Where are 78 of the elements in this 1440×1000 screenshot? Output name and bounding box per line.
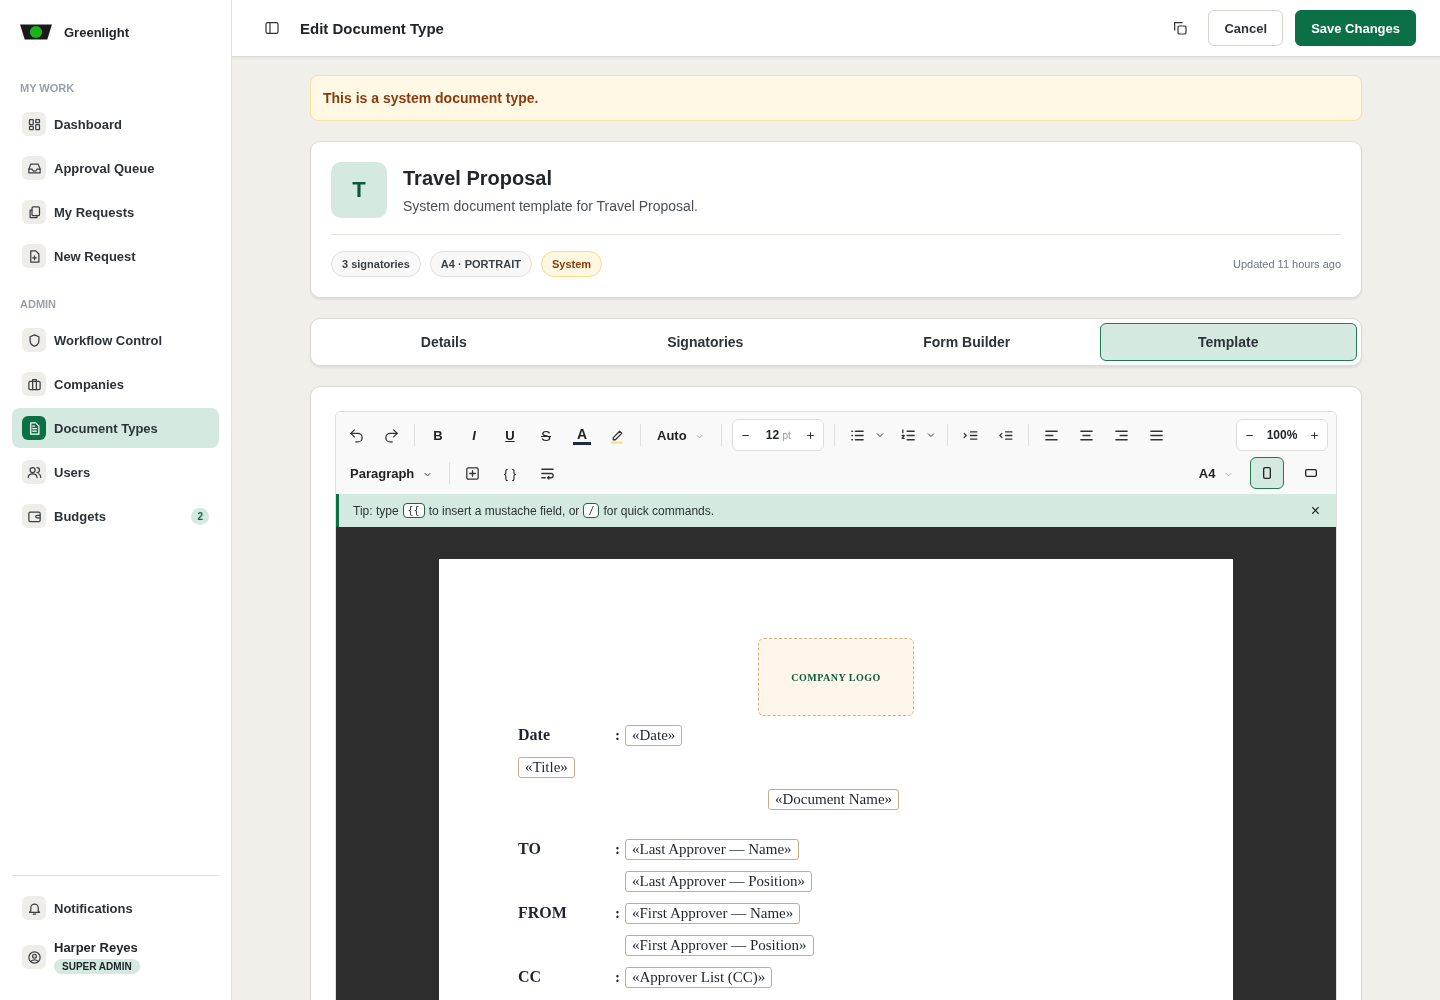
tip-text: to insert a mustache field, or — [428, 503, 580, 518]
user-name: Harper Reyes — [54, 940, 139, 955]
count-badge: 2 — [191, 507, 209, 525]
cancel-button[interactable]: Cancel — [1208, 10, 1284, 46]
close-button[interactable]: × — [1310, 501, 1320, 520]
user-icon — [26, 949, 42, 965]
role-badge: SUPER ADMIN — [54, 959, 140, 974]
field-label: CC — [518, 968, 542, 985]
key-chip: {{ — [402, 503, 425, 518]
zoom-value[interactable]: 100% — [1264, 428, 1300, 442]
merge-field[interactable]: «Date» — [625, 724, 683, 746]
format-button[interactable]: A — [573, 425, 591, 445]
format-button[interactable]: S — [533, 426, 559, 444]
merge-field[interactable]: «First Approver — Name» — [625, 902, 801, 924]
nav-item[interactable]: Workflow Control — [12, 320, 219, 360]
portrait-button[interactable] — [1250, 457, 1284, 489]
inbox-icon — [26, 160, 42, 176]
colon: : — [615, 968, 620, 985]
briefcase-icon — [26, 376, 42, 392]
users-icon — [26, 464, 42, 480]
sidebar-toggle-icon[interactable] — [264, 20, 280, 36]
font-size-value[interactable]: 12 pt — [760, 428, 797, 442]
mustache-button[interactable]: { } — [494, 465, 525, 481]
field-label: Date — [518, 726, 550, 743]
font-dropdown[interactable]: Auto — [651, 427, 712, 443]
merge-field[interactable]: «Document Name» — [768, 788, 900, 810]
tab[interactable]: Signatories — [576, 323, 834, 361]
tab[interactable]: Template — [1099, 323, 1357, 361]
nav-item[interactable]: Budgets 2 — [12, 496, 219, 536]
tip-text: Tip: type — [353, 503, 399, 518]
tab[interactable]: Form Builder — [838, 323, 1096, 361]
block-style-dropdown[interactable]: Paragraph — [344, 465, 439, 481]
bell-icon — [26, 900, 42, 916]
page-title: Edit Document Type — [300, 19, 444, 37]
field-label: FROM — [518, 904, 567, 921]
nav-item[interactable]: New Request — [12, 236, 219, 276]
colon: : — [615, 726, 620, 743]
format-button[interactable]: I — [461, 427, 487, 443]
copy-icon — [26, 204, 42, 220]
updated-time: Updated 11 hours ago — [1232, 258, 1341, 270]
shield-icon — [26, 332, 42, 348]
format-button[interactable]: U — [497, 427, 523, 443]
nav-item[interactable]: Dashboard — [12, 104, 219, 144]
notifications-item[interactable]: Notifications — [12, 888, 219, 928]
nav-item[interactable]: Approval Queue — [12, 148, 219, 188]
nav-item[interactable]: My Requests — [12, 192, 219, 232]
section-heading: ADMIN — [20, 298, 58, 310]
merge-field[interactable]: «First Approver — Position» — [625, 934, 814, 956]
document-type-name: Travel Proposal — [403, 166, 553, 190]
nav-item[interactable]: Users — [12, 452, 219, 492]
tip-text: for quick commands. — [603, 503, 715, 518]
tag: A4 · PORTRAIT — [429, 251, 532, 277]
app-name: Greenlight — [64, 24, 129, 40]
colon: : — [615, 840, 620, 857]
colon: : — [615, 904, 620, 921]
section-heading: MY WORK — [20, 82, 76, 94]
tag: 3 signatories — [331, 251, 421, 277]
merge-field[interactable]: «Title» — [518, 756, 575, 778]
paper-size-dropdown[interactable]: A4 — [1192, 465, 1240, 481]
nav-item[interactable]: Companies — [12, 364, 219, 404]
initial-avatar: T — [331, 162, 387, 218]
merge-field[interactable]: «Last Approver — Name» — [625, 838, 799, 860]
field-label: TO — [518, 840, 541, 857]
document-type-description: System document template for Travel Proposal. — [403, 197, 698, 214]
tab[interactable]: Details — [315, 323, 573, 361]
key-chip: / — [583, 503, 600, 518]
logo-placeholder[interactable]: COMPANY LOGO — [758, 638, 914, 716]
tag: System — [540, 251, 603, 277]
nav-item[interactable]: Document Types — [12, 408, 219, 448]
save-button[interactable]: Save Changes — [1295, 10, 1416, 46]
dashboard-icon — [26, 116, 42, 132]
wallet-icon — [26, 508, 42, 524]
format-button[interactable]: B — [425, 427, 451, 443]
traffic-light-logo — [20, 22, 52, 42]
merge-field[interactable]: «Approver List (CC)» — [625, 966, 773, 988]
duplicate-icon[interactable] — [1172, 20, 1189, 36]
system-notice: This is a system document type. — [310, 75, 1362, 121]
merge-field[interactable]: «Last Approver — Position» — [625, 870, 812, 892]
